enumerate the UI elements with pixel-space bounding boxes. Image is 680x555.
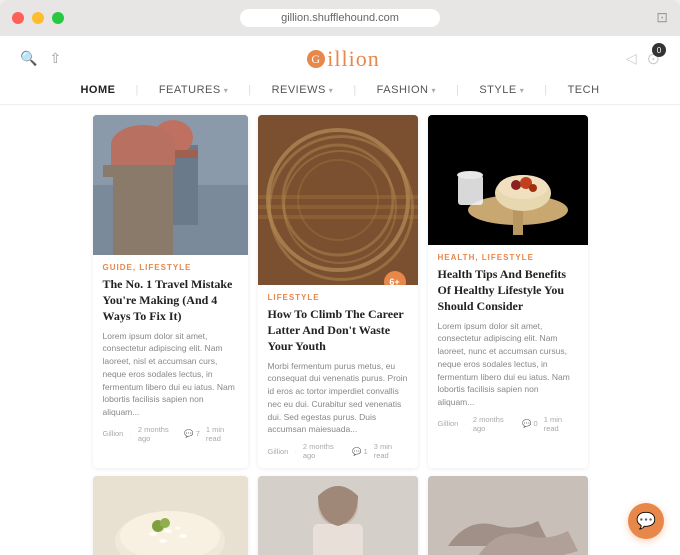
cards-grid: GUIDE, LIFESTYLE The No. 1 Travel Mistak… <box>0 105 680 478</box>
card-health-body: HEALTH, LIFESTYLE Health Tips And Benefi… <box>428 245 588 441</box>
top-bar: 🔍 ⇧ G illion ◁ ⊙ 0 <box>0 36 680 78</box>
card-shoes[interactable] <box>428 476 588 555</box>
nav-item-style[interactable]: STYLE ▾ <box>479 84 524 96</box>
card-health[interactable]: HEALTH, LIFESTYLE Health Tips And Benefi… <box>428 115 588 468</box>
nav-separator-3: | <box>353 84 356 96</box>
card-health-excerpt: Lorem ipsum dolor sit amet, consectetur … <box>438 320 578 409</box>
card-health-image <box>428 115 588 245</box>
card-career-category: LIFESTYLE <box>268 293 408 302</box>
comment-icon: 💬 <box>352 447 361 456</box>
card-career-excerpt: Morbi fermentum purus metus, eu consequa… <box>268 360 408 437</box>
chevron-down-icon: ▾ <box>520 86 525 95</box>
logo-text: illion <box>327 46 379 72</box>
card-career-meta: Gillion · 2 months ago 💬 1 3 min read <box>268 442 408 460</box>
girl-image <box>258 476 418 555</box>
comment-icon: 💬 <box>184 429 193 438</box>
content-area: 🔍 ⇧ G illion ◁ ⊙ 0 HOME | FEATURES ▾ | R… <box>0 36 680 555</box>
lighthouse-image <box>93 115 248 255</box>
rice-image <box>93 476 248 555</box>
logo[interactable]: G illion <box>307 46 379 72</box>
arrow-left-icon[interactable]: ◁ <box>626 51 637 68</box>
chevron-down-icon: ▾ <box>224 86 229 95</box>
nav-item-features[interactable]: FEATURES ▾ <box>159 84 228 96</box>
card-rice[interactable]: COOKING, FOOD <box>93 476 248 555</box>
card-health-meta: Gillion · 2 months ago 💬 0 1 min read <box>438 415 578 433</box>
top-right-icons: ◁ ⊙ 0 <box>626 49 660 69</box>
minimize-button[interactable] <box>32 12 44 24</box>
card-career-image: 6+ <box>258 115 418 285</box>
nav-separator-5: | <box>544 84 547 96</box>
chat-button[interactable]: 💬 <box>628 503 664 539</box>
nav-item-reviews[interactable]: REVIEWS ▾ <box>272 84 334 96</box>
bottom-cards-row: COOKING, FOOD <box>0 476 680 555</box>
share-icon[interactable]: ⇧ <box>49 51 61 68</box>
card-travel-body: GUIDE, LIFESTYLE The No. 1 Travel Mistak… <box>93 255 248 451</box>
bamboo-image <box>258 115 418 285</box>
card-health-read-time: 1 min read <box>544 415 578 433</box>
comment-icon: 💬 <box>522 419 531 428</box>
card-travel[interactable]: GUIDE, LIFESTYLE The No. 1 Travel Mistak… <box>93 115 248 468</box>
window-chrome: gillion.shufflehound.com ⊡ <box>0 0 680 36</box>
card-travel-read-time: 1 min read <box>206 425 238 443</box>
card-career-comments: 💬 1 <box>352 447 368 456</box>
card-travel-comments: 💬 7 <box>184 429 200 438</box>
card-health-comments: 💬 0 <box>522 419 538 428</box>
card-girl[interactable] <box>258 476 418 555</box>
nav-item-fashion[interactable]: FASHION ▾ <box>377 84 436 96</box>
shoes-image <box>428 476 588 555</box>
chevron-down-icon: ▾ <box>431 86 436 95</box>
card-career-badge: 6+ <box>384 271 406 285</box>
health-image <box>428 115 588 245</box>
card-travel-meta: Gillion · 2 months ago 💬 7 1 min read <box>103 425 238 443</box>
chat-icon: 💬 <box>636 511 656 531</box>
cart-badge: 0 <box>652 43 666 57</box>
logo-g: G <box>307 50 325 68</box>
card-career-author: Gillion <box>268 447 289 456</box>
card-health-title: Health Tips And Benefits Of Healthy Life… <box>438 266 578 315</box>
search-icon[interactable]: 🔍 <box>20 51 37 68</box>
nav-item-home[interactable]: HOME <box>80 84 115 96</box>
nav-bar: HOME | FEATURES ▾ | REVIEWS ▾ | FASHION … <box>0 78 680 105</box>
close-button[interactable] <box>12 12 24 24</box>
cart-icon[interactable]: ⊙ 0 <box>647 49 660 69</box>
window-resize-icon: ⊡ <box>656 10 668 27</box>
nav-item-tech[interactable]: TECH <box>568 84 600 96</box>
card-career-read-time: 3 min read <box>374 442 408 460</box>
card-travel-category: GUIDE, LIFESTYLE <box>103 263 238 272</box>
card-health-time: 2 months ago <box>473 415 516 433</box>
card-career-title: How To Climb The Career Latter And Don't… <box>268 306 408 355</box>
card-health-category: HEALTH, LIFESTYLE <box>438 253 578 262</box>
card-travel-excerpt: Lorem ipsum dolor sit amet, consectetur … <box>103 330 238 419</box>
maximize-button[interactable] <box>52 12 64 24</box>
nav-separator-2: | <box>248 84 251 96</box>
nav-separator-1: | <box>135 84 138 96</box>
card-health-author: Gillion <box>438 419 459 428</box>
card-career[interactable]: 6+ LIFESTYLE How To Climb The Career Lat… <box>258 115 418 468</box>
chevron-down-icon: ▾ <box>329 86 334 95</box>
card-career-time: 2 months ago <box>303 442 346 460</box>
window-buttons <box>12 12 64 24</box>
card-travel-image <box>93 115 248 255</box>
card-travel-author: Gillion <box>103 429 124 438</box>
nav-separator-4: | <box>456 84 459 96</box>
card-career-body: LIFESTYLE How To Climb The Career Latter… <box>258 285 418 468</box>
card-travel-time: 2 months ago <box>138 425 179 443</box>
card-travel-title: The No. 1 Travel Mistake You're Making (… <box>103 276 238 325</box>
top-left-icons: 🔍 ⇧ <box>20 51 61 68</box>
address-bar[interactable]: gillion.shufflehound.com <box>240 9 440 27</box>
